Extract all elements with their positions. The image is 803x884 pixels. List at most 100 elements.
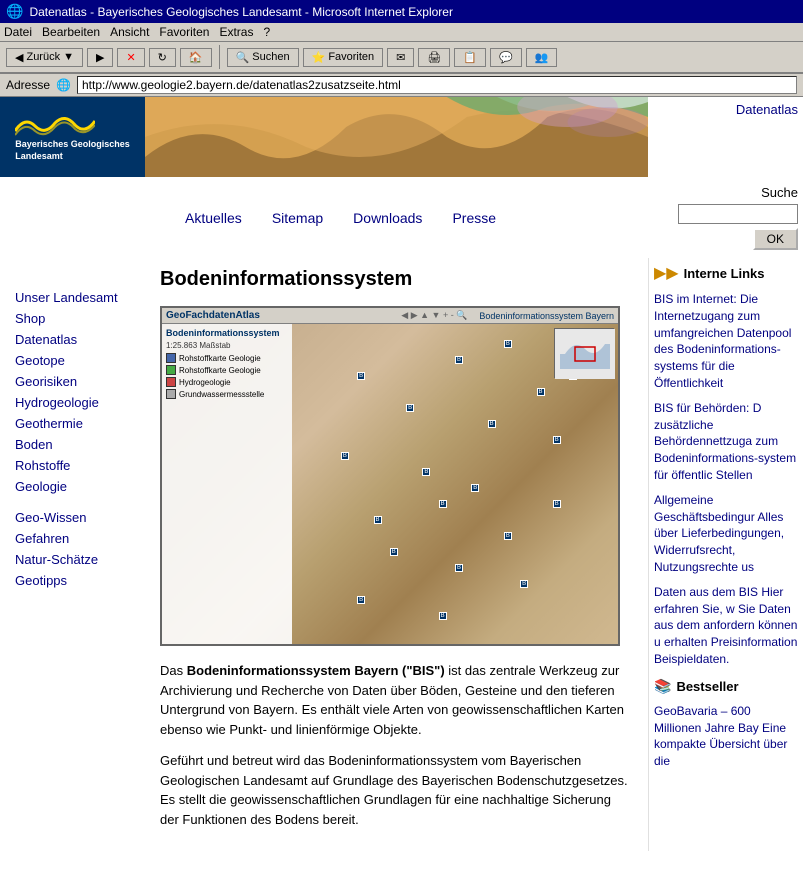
map-dot: B: [520, 580, 528, 588]
search-button[interactable]: 🔍 Suchen: [227, 48, 299, 67]
nav-presse[interactable]: Presse: [452, 210, 496, 226]
legend-color-2: [166, 365, 176, 375]
sidebar-item-landesamt[interactable]: Unser Landesamt: [15, 288, 135, 307]
content-row: Unser Landesamt Shop Datenatlas Geotope …: [0, 258, 803, 851]
home-button[interactable]: 🏠: [180, 48, 212, 67]
address-input[interactable]: [77, 76, 797, 94]
menu-ansicht[interactable]: Ansicht: [110, 25, 149, 39]
nav-aktuelles[interactable]: Aktuelles: [185, 210, 242, 226]
sidebar-item-gefahren[interactable]: Gefahren: [15, 529, 135, 548]
address-icon: 🌐: [56, 78, 71, 92]
legend-color-1: [166, 353, 176, 363]
search-input[interactable]: [678, 204, 798, 224]
menu-bar: Datei Bearbeiten Ansicht Favoriten Extra…: [0, 23, 803, 42]
edit-icon: 📋: [463, 51, 477, 64]
stop-icon: ✕: [126, 51, 135, 64]
sidebar-item-shop[interactable]: Shop: [15, 309, 135, 328]
print-button[interactable]: 🖨: [418, 48, 450, 67]
map-dot: B: [455, 564, 463, 572]
favorites-button[interactable]: ⭐ Favoriten: [303, 48, 384, 67]
sidebar-item-geotope[interactable]: Geotope: [15, 351, 135, 370]
people-button[interactable]: 👥: [526, 48, 558, 67]
refresh-button[interactable]: ↻: [149, 48, 176, 67]
back-icon: ◀: [15, 51, 23, 64]
legend-label-1: Rohstoffkarte Geologie: [179, 354, 261, 363]
menu-help[interactable]: ?: [263, 25, 270, 39]
sidebar-item-rohstoffe[interactable]: Rohstoffe: [15, 456, 135, 475]
menu-bearbeiten[interactable]: Bearbeiten: [42, 25, 100, 39]
right-link-agb[interactable]: Allgemeine Geschäftsbedingur Alles über …: [654, 492, 798, 576]
legend-label-3: Hydrogeologie: [179, 378, 231, 387]
sidebar-item-datenatlas[interactable]: Datenatlas: [15, 330, 135, 349]
mail-icon: ✉: [396, 51, 405, 64]
sidebar-item-geologie[interactable]: Geologie: [15, 477, 135, 496]
map-dot: B: [374, 516, 382, 524]
internal-links-title: Interne Links: [684, 266, 765, 281]
address-label: Adresse: [6, 78, 50, 92]
sidebar-item-naturschaetze[interactable]: Natur-Schätze: [15, 550, 135, 569]
legend-label-4: Grundwassermessstelle: [179, 390, 264, 399]
toolbar-separator: [219, 45, 220, 69]
right-link-bis-internet[interactable]: BIS im Internet: Die Internetzugang zum …: [654, 291, 798, 392]
right-sidebar: ▶▶ Interne Links BIS im Internet: Die In…: [648, 258, 803, 851]
map-dot: B: [553, 500, 561, 508]
map-dot: B: [537, 388, 545, 396]
mail-button[interactable]: ✉: [387, 48, 414, 67]
nav-downloads[interactable]: Downloads: [353, 210, 422, 226]
map-mini-overview: [554, 328, 614, 378]
bestseller-header: 📚 Bestseller: [654, 678, 798, 695]
map-dot: B: [439, 612, 447, 620]
back-button[interactable]: ◀ Zurück ▼: [6, 48, 83, 67]
datenatlas-header-link[interactable]: Datenatlas: [736, 102, 798, 117]
right-link-daten[interactable]: Daten aus dem BIS Hier erfahren Sie, w S…: [654, 584, 798, 668]
top-nav-links: Aktuelles Sitemap Downloads Presse: [165, 210, 628, 226]
edit-button[interactable]: 📋: [454, 48, 486, 67]
legend-title: Bodeninformationssystem: [166, 328, 288, 338]
right-link-bis-behoerden[interactable]: BIS für Behörden: D zusätzliche Behörden…: [654, 400, 798, 484]
forward-button[interactable]: ▶: [87, 48, 113, 67]
header-top: Bayerisches Geologisches Landesamt Daten…: [0, 97, 803, 177]
sidebar-item-georisiken[interactable]: Georisiken: [15, 372, 135, 391]
discuss-button[interactable]: 💬: [490, 48, 522, 67]
menu-favoriten[interactable]: Favoriten: [159, 25, 209, 39]
header-decorative-image: [145, 97, 648, 177]
sidebar-item-geotipps[interactable]: Geotipps: [15, 571, 135, 590]
internal-links-header: ▶▶ Interne Links: [654, 263, 798, 283]
map-legend: Bodeninformationssystem 1:25.863 Maßstab…: [162, 324, 292, 644]
search-ok-button[interactable]: OK: [753, 228, 798, 250]
page-title: Bodeninformationssystem: [160, 268, 633, 291]
logo-area: Bayerisches Geologisches Landesamt: [0, 97, 145, 177]
logo-content: Bayerisches Geologisches Landesamt: [15, 111, 130, 162]
map-controls: ◀ ▶ ▲ ▼ + - 🔍: [401, 310, 467, 321]
sidebar-item-boden[interactable]: Boden: [15, 435, 135, 454]
main-content: Bodeninformationssystem GeoFachdatenAtla…: [145, 258, 648, 851]
sidebar-item-hydrogeologie[interactable]: Hydrogeologie: [15, 393, 135, 412]
home-icon: 🏠: [189, 51, 203, 64]
book-icon: 📚: [654, 678, 671, 695]
map-dot: B: [471, 484, 479, 492]
bestseller-title: Bestseller: [676, 679, 738, 694]
stop-button[interactable]: ✕: [117, 48, 144, 67]
map-inner: B B B B B B B B B B B B B: [292, 324, 618, 644]
map-image: Bodeninformationssystem 1:25.863 Maßstab…: [162, 324, 618, 644]
nav-sitemap[interactable]: Sitemap: [272, 210, 323, 226]
menu-extras[interactable]: Extras: [219, 25, 253, 39]
sidebar-item-geowissen[interactable]: Geo-Wissen: [15, 508, 135, 527]
map-dot: B: [357, 372, 365, 380]
body-paragraph-1: Das Bodeninformationssystem Bayern ("BIS…: [160, 661, 633, 739]
print-icon: 🖨: [427, 51, 441, 64]
menu-datei[interactable]: Datei: [4, 25, 32, 39]
map-container[interactable]: GeoFachdatenAtlas ◀ ▶ ▲ ▼ + - 🔍 Bodeninf…: [160, 306, 620, 646]
title-text: Datenatlas - Bayerisches Geologisches La…: [29, 5, 453, 19]
logo-text: Bayerisches Geologisches Landesamt: [15, 139, 130, 162]
search-area: Suche OK: [648, 185, 803, 250]
legend-item-3: Hydrogeologie: [166, 377, 288, 387]
legend-color-3: [166, 377, 176, 387]
map-dot: B: [488, 420, 496, 428]
toolbar: ◀ Zurück ▼ ▶ ✕ ↻ 🏠 🔍 Suchen ⭐ Favoriten …: [0, 42, 803, 74]
bestseller-link[interactable]: GeoBavaria – 600 Millionen Jahre Bay Ein…: [654, 703, 798, 770]
map-toolbar: GeoFachdatenAtlas ◀ ▶ ▲ ▼ + - 🔍 Bodeninf…: [162, 308, 618, 324]
legend-color-4: [166, 389, 176, 399]
top-nav-area: Aktuelles Sitemap Downloads Presse Suche…: [0, 177, 803, 258]
sidebar-item-geothermie[interactable]: Geothermie: [15, 414, 135, 433]
